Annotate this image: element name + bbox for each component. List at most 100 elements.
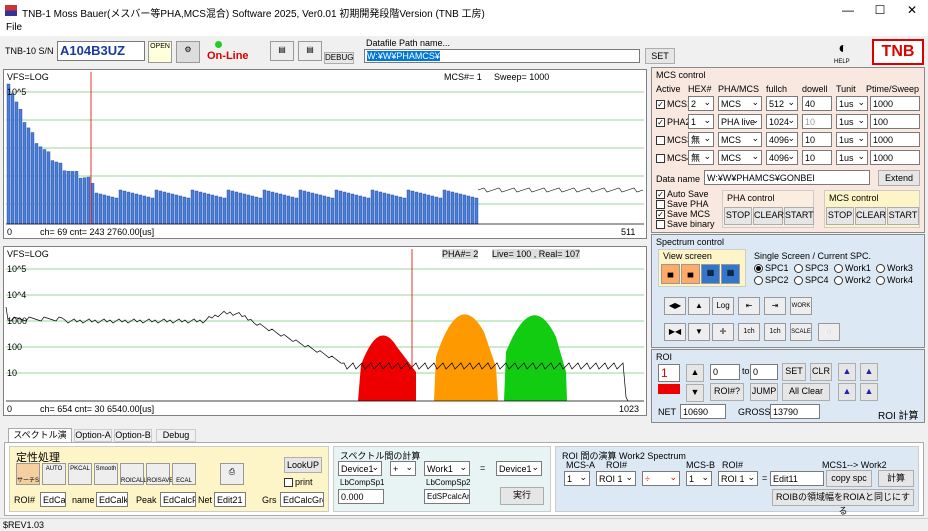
mcs-plot[interactable]: VFS=LOG 10^5 MCS#= 1 Sweep= 1000 0 ch= 6… — [3, 69, 647, 239]
mcs3-dowell-field[interactable]: 10 — [802, 132, 832, 147]
roib-same-width-button[interactable]: ROIBの領域幅をROIAと同じにする — [772, 489, 914, 516]
roi-to-input[interactable]: 0 — [750, 364, 778, 380]
mcs4-hex-field[interactable]: 無 — [688, 150, 714, 165]
mcs1-dowell-field[interactable]: 40 — [802, 96, 832, 111]
sn-field[interactable]: A104B3UZ — [57, 41, 145, 61]
print-checkbox[interactable]: print — [284, 477, 313, 488]
open-icon[interactable]: OPEN — [148, 41, 172, 63]
view-single-icon[interactable]: ▄ — [661, 264, 680, 284]
disconnect-icon[interactable]: ⚙ — [176, 41, 200, 63]
auto-icon[interactable]: AUTO — [42, 463, 66, 485]
radio-work3[interactable]: Work3 — [876, 263, 913, 274]
mcs4-tunit-field[interactable]: 1us — [836, 150, 868, 165]
run-button[interactable]: 実行 — [500, 487, 544, 505]
mcs3-ptime-field[interactable]: 1000 — [870, 132, 920, 147]
datafile-path-input[interactable]: W:¥W¥PHAMCS¥ — [364, 49, 640, 63]
save-binary-checkbox[interactable]: Save binary — [656, 219, 715, 230]
tab-debug[interactable]: Debug — [156, 429, 196, 442]
net-edit[interactable]: Edit21 — [214, 492, 246, 507]
tab-spectrum-calc[interactable]: スペクトル演算 — [8, 428, 72, 452]
shift-left-icon[interactable]: ⇤ — [738, 297, 760, 315]
debug-button[interactable]: DEBUG — [324, 52, 354, 64]
view-quad-icon[interactable]: ▦ — [701, 264, 720, 284]
spec-value-input[interactable]: 0.000 — [338, 489, 384, 504]
mcs-clear-button[interactable]: CLEAR — [855, 207, 886, 225]
print-icon[interactable]: ⎙ — [220, 463, 244, 485]
active-checkbox-pha2[interactable]: ✓ PHA2 — [656, 117, 691, 128]
mcs1-ptime-field[interactable]: 1000 — [870, 96, 920, 111]
roicall-icon[interactable]: ROICALL — [120, 463, 147, 485]
refresh-icon[interactable]: ◌ — [818, 323, 840, 341]
grs-edit[interactable]: EdCalcGro — [280, 492, 324, 507]
active-checkbox-mcs4[interactable]: MCS4 — [656, 153, 692, 164]
roi-bell-up-2-icon[interactable]: ▲ — [860, 363, 878, 381]
step-right-icon[interactable]: 1ch — [764, 323, 786, 341]
ecal-icon[interactable]: ECAL — [172, 463, 196, 485]
mcs3-hex-field[interactable]: 無 — [688, 132, 714, 147]
mcs4-ptime-field[interactable]: 1000 — [870, 150, 920, 165]
radio-work1[interactable]: Work1 — [834, 263, 871, 274]
chart-right-icon[interactable]: ▤ — [298, 41, 322, 61]
step-left-icon[interactable]: 1ch — [738, 323, 760, 341]
roi-bell-up-1-icon[interactable]: ▲ — [838, 363, 856, 381]
radio-spc2[interactable]: SPC2 — [754, 275, 789, 286]
pkcal-icon[interactable]: PKCAL — [68, 463, 92, 485]
tab-option-b[interactable]: Option-B — [114, 429, 152, 442]
spec-op-select[interactable]: + — [390, 461, 416, 476]
radio-work2[interactable]: Work2 — [834, 275, 871, 286]
active-checkbox-mcs3[interactable]: MCS3 — [656, 135, 692, 146]
name-edit[interactable]: EdCalk — [96, 492, 128, 507]
mcs3-fullch-field[interactable]: 4096 — [766, 132, 798, 147]
mcs3-tunit-field[interactable]: 1us — [836, 132, 868, 147]
save-pha-checkbox[interactable]: Save PHA — [656, 199, 709, 210]
roi-op-select[interactable]: ÷ — [642, 471, 680, 486]
log-icon[interactable]: Log — [712, 297, 734, 315]
mcs1-fullch-field[interactable]: 512 — [766, 96, 798, 111]
roi-bell-down-2-icon[interactable]: ▲ — [860, 383, 878, 401]
save-mcs-checkbox[interactable]: ✓ Save MCS — [656, 209, 710, 220]
view-all-icon[interactable]: ▦ — [721, 264, 740, 284]
mcs3-mode-field[interactable]: MCS — [718, 132, 762, 147]
pha2-fullch-field[interactable]: 1024 — [766, 114, 798, 129]
roisave-icon[interactable]: ROISAVE — [146, 463, 173, 485]
lookup-button[interactable]: LookUP — [284, 457, 322, 473]
pha2-tunit-field[interactable]: 1us — [836, 114, 868, 129]
roi-clr-button[interactable]: CLR — [810, 363, 832, 381]
spec-device1-select[interactable]: Device1 — [338, 461, 382, 476]
close-icon[interactable]: ✕ — [902, 3, 922, 19]
maximize-icon[interactable]: ☐ — [870, 3, 890, 19]
auto-save-checkbox[interactable]: ✓ Auto Save — [656, 189, 709, 200]
roi-b-select[interactable]: ROI 1 — [718, 471, 758, 486]
pha2-hex-field[interactable]: 1 — [688, 114, 714, 129]
roi-number-field[interactable]: 1 — [658, 364, 680, 382]
roi-result-edit[interactable]: Edit11 — [770, 471, 824, 486]
shrink-h-icon[interactable]: ▶◀ — [664, 323, 686, 341]
roi-a-select[interactable]: ROI 1 — [596, 471, 636, 486]
roi-bell-down-1-icon[interactable]: ▲ — [838, 383, 856, 401]
pha-stop-button[interactable]: STOP — [724, 207, 752, 225]
roi-all-clear-button[interactable]: All Clear — [782, 383, 830, 401]
radio-work4[interactable]: Work4 — [876, 275, 913, 286]
roi-color-swatch[interactable] — [658, 384, 680, 394]
expand-v-icon[interactable]: ▲ — [688, 297, 710, 315]
shrink-v-icon[interactable]: ▼ — [688, 323, 710, 341]
spec-arg-input[interactable]: EdSPcalcArg — [424, 489, 470, 504]
shift-right-icon[interactable]: ⇥ — [764, 297, 786, 315]
mcs-start-button[interactable]: START — [887, 207, 919, 225]
roi-set-button[interactable]: SET — [782, 363, 806, 381]
scale-icon[interactable]: SCALE — [790, 323, 812, 341]
roi-down-button[interactable]: ▼ — [686, 384, 704, 402]
mcs-b-select[interactable]: 1 — [686, 471, 712, 486]
tab-option-a[interactable]: Option-A — [74, 429, 112, 442]
radio-spc3[interactable]: SPC3 — [794, 263, 829, 274]
search-icon[interactable]: サーチS — [16, 463, 40, 485]
pha-plot[interactable]: VFS=LOG 10^5 10^4 1000 100 10 PHA#= 2 Li… — [3, 246, 647, 416]
pha-clear-button[interactable]: CLEAR — [753, 207, 784, 225]
roi-jump-button[interactable]: JUMP — [750, 383, 778, 401]
spec-work1-select[interactable]: Work1 — [424, 461, 470, 476]
expand-h-icon[interactable]: ◀▶ — [664, 297, 686, 315]
smooth-icon[interactable]: Smooth — [94, 463, 118, 485]
cursor-icon[interactable]: ✛ — [712, 323, 734, 341]
menu-file[interactable]: File — [6, 22, 22, 33]
mcs-a-select[interactable]: 1 — [564, 471, 590, 486]
